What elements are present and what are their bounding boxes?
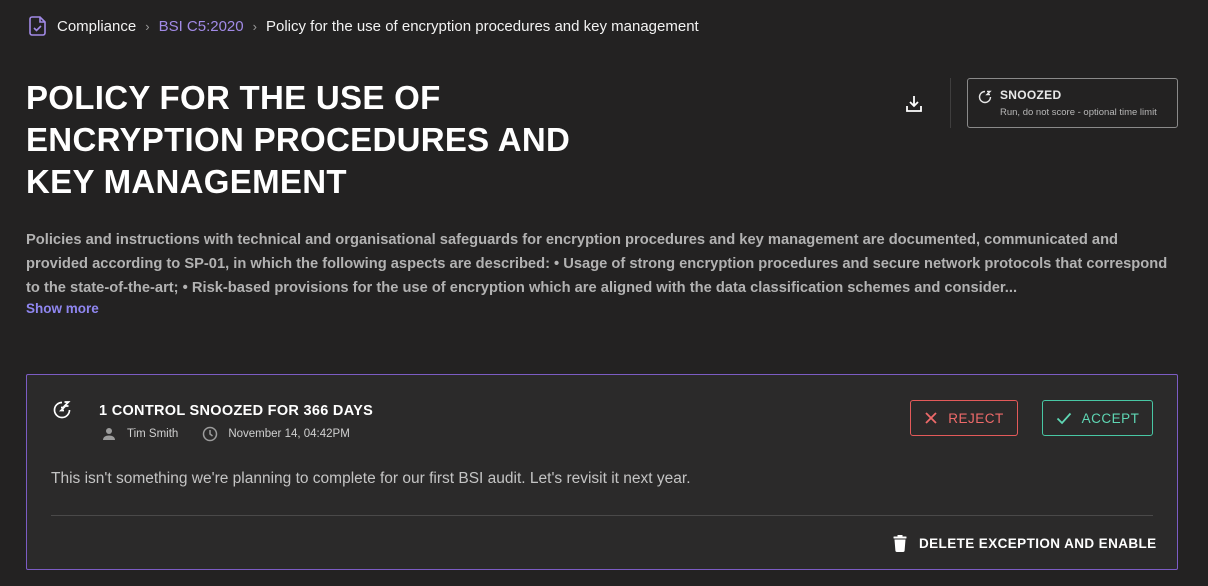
accept-label: ACCEPT xyxy=(1081,410,1140,426)
user-icon xyxy=(101,426,117,442)
exception-card: 1 CONTROL SNOOZED FOR 366 DAYS Tim Smith… xyxy=(26,374,1178,570)
reject-label: REJECT xyxy=(948,410,1004,426)
exception-user: Tim Smith xyxy=(127,428,179,440)
breadcrumb-compliance[interactable]: Compliance xyxy=(57,18,136,35)
clock-icon xyxy=(202,426,218,442)
snooze-icon xyxy=(978,90,992,104)
exception-title: 1 CONTROL SNOOZED FOR 366 DAYS xyxy=(99,403,374,419)
download-icon xyxy=(906,96,922,112)
show-more-link[interactable]: Show more xyxy=(26,301,99,316)
breadcrumb-separator: › xyxy=(145,18,150,34)
page-title: POLICY FOR THE USE OF ENCRYPTION PROCEDU… xyxy=(26,79,571,200)
breadcrumb: Compliance › BSI C5:2020 › Policy for th… xyxy=(28,14,699,38)
status-description: Run, do not score - optional time limit xyxy=(1000,107,1157,118)
compliance-document-icon xyxy=(28,15,48,37)
status-label: SNOOZED xyxy=(1000,88,1062,102)
exception-meta: Tim Smith November 14, 04:42PM xyxy=(101,426,350,442)
exception-comment: This isn't something we're planning to c… xyxy=(51,470,691,487)
breadcrumb-current-page: Policy for the use of encryption procedu… xyxy=(265,17,699,35)
reject-button[interactable]: REJECT xyxy=(910,400,1018,436)
exception-timestamp: November 14, 04:42PM xyxy=(228,428,350,440)
card-divider xyxy=(51,515,1153,516)
check-icon xyxy=(1056,412,1071,425)
delete-exception-label: DELETE EXCEPTION AND ENABLE xyxy=(919,535,1157,551)
trash-icon xyxy=(893,534,907,552)
snooze-icon xyxy=(53,401,71,419)
delete-exception-button[interactable]: DELETE EXCEPTION AND ENABLE xyxy=(893,531,1157,555)
breadcrumb-bsi-c5[interactable]: BSI C5:2020 xyxy=(159,18,244,35)
status-snoozed-button[interactable]: SNOOZED Run, do not score - optional tim… xyxy=(967,78,1178,128)
control-description: Policies and instructions with technical… xyxy=(26,232,1168,296)
accept-button[interactable]: ACCEPT xyxy=(1042,400,1153,436)
header-divider xyxy=(950,78,951,128)
download-button[interactable] xyxy=(902,92,926,116)
breadcrumb-separator: › xyxy=(252,18,257,34)
close-icon xyxy=(925,412,937,424)
